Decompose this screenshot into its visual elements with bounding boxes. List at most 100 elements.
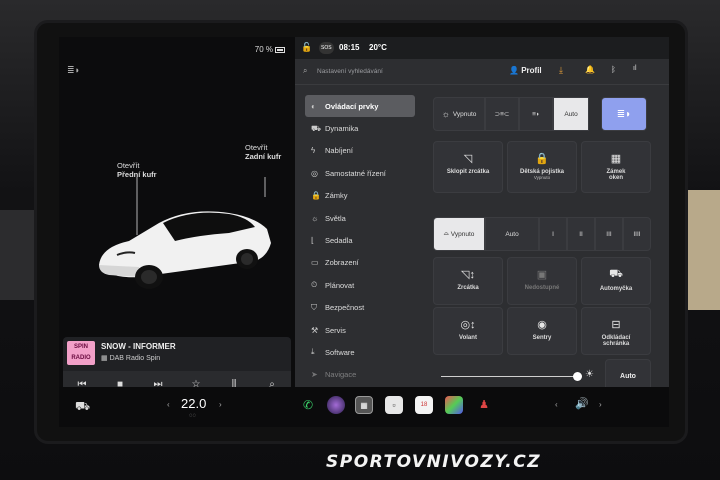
menu-item-seat[interactable]: ⌊ Sedadla (305, 229, 415, 251)
clock-icon: ⏲ (311, 280, 318, 290)
wipers-off-button[interactable]: ⌓ Vypnuto (433, 217, 485, 251)
notification-bell-icon[interactable]: 🔔 (585, 65, 595, 74)
station-logo: SPIN RADIO (67, 341, 95, 365)
tile-label: Nedostupné (524, 285, 560, 291)
arcade-joystick-icon[interactable]: ♟ (475, 396, 493, 414)
phone-icon[interactable]: ✆ (299, 396, 317, 414)
menu-item-navigation[interactable]: ➤ Navigace (305, 364, 415, 386)
speaker-volume-icon[interactable]: 🔊 (575, 397, 589, 410)
media-source: ▦ DAB Radio Spin (101, 354, 160, 362)
open-rear-trunk-button[interactable]: Otevřít Zadní kufr (245, 143, 281, 161)
menu-item-label: Zámky (325, 191, 348, 201)
menu-item-lock[interactable]: 🔒 Zámky (305, 185, 415, 207)
tile-label: Sentry (532, 335, 552, 341)
menu-item-light[interactable]: ☼ Světla (305, 207, 415, 229)
menu-item-shield[interactable]: ⛉ Bezpečnost (305, 297, 415, 319)
car-status-pane: 70 % ≣◗ Otevřít Přední kufr Otevřít Zadn… (59, 37, 295, 407)
lock-icon: 🔒 (311, 191, 321, 201)
station-logo-line1: SPIN (73, 344, 88, 350)
search-icon: ⌕ (303, 66, 308, 75)
software-update-icon[interactable]: ⤓ (559, 65, 563, 76)
wiper-speed-1-button[interactable]: I (539, 217, 567, 251)
temp-decrease-button[interactable]: ‹ (167, 400, 170, 409)
car-3d-model[interactable]: 🔓 ϟ (79, 177, 279, 317)
child-lock-icon: 🔒 (535, 153, 549, 165)
shield-icon: ⛉ (311, 302, 317, 312)
brightness-slider[interactable] (441, 376, 575, 377)
menu-item-car[interactable]: ⛟ Dynamika (305, 117, 415, 139)
lights-off-button[interactable]: ☼ Vypnuto (433, 97, 485, 131)
unavailable-tile: ▣ Nedostupné (507, 257, 577, 305)
window-lock-icon: ▦ (610, 153, 622, 165)
cabin-temperature[interactable]: 22.0 (181, 396, 206, 411)
battery-percent: 70 % (254, 45, 273, 54)
wipers-off-label: Vypnuto (450, 230, 475, 238)
menu-item-label: Samostatné řízení (325, 168, 386, 178)
parking-lights-button[interactable]: ⊃≡⊂ (485, 97, 519, 131)
glovebox-icon: ⊟ (611, 319, 621, 331)
tile-label: Automyčka (599, 286, 633, 292)
menu-item-label: Nabíjení (325, 146, 353, 156)
camera-app-icon[interactable] (327, 396, 345, 414)
menu-item-display[interactable]: ▭ Zobrazení (305, 252, 415, 274)
download-icon: ⤓ (311, 347, 315, 357)
profile-button[interactable]: 👤 Profil (509, 66, 542, 75)
mirror-adjust-tile[interactable]: ◹↕ Zrcátka (433, 257, 503, 305)
menu-item-wrench[interactable]: ⚒ Servis (305, 319, 415, 341)
seat-heater-icon[interactable]: ◌◌ (189, 413, 196, 419)
rear-trunk-label-line1: Otevřít (245, 143, 268, 152)
wiper-speed-2-button[interactable]: II (567, 217, 595, 251)
calendar-icon[interactable]: 18 (415, 396, 433, 414)
watermark: SPORTOVNIVOZY.CZ (326, 452, 542, 472)
front-trunk-label-line1: Otevřít (117, 161, 140, 170)
wipers-auto-button[interactable]: Auto (485, 217, 539, 251)
temp-increase-button[interactable]: › (219, 400, 222, 409)
light-bulb-icon: ☼ (441, 109, 450, 119)
glovebox-tile[interactable]: ⊟ Odkládací schránka (581, 307, 651, 355)
volume-up-button[interactable]: › (599, 400, 602, 409)
navigation-icon: ➤ (311, 370, 318, 380)
toybox-app-icon[interactable] (445, 396, 463, 414)
car-wash-tile[interactable]: ⛟ Automyčka (581, 257, 651, 305)
car-icon: ⛟ (311, 123, 322, 133)
steering-adjust-tile[interactable]: ◎↕ Volant (433, 307, 503, 355)
window-lock-tile[interactable]: ▦ Zámek oken (581, 141, 651, 193)
unlock-icon[interactable]: 🔓 (301, 42, 312, 53)
settings-search-input[interactable]: Nastavení vyhledávání (317, 68, 383, 75)
child-lock-tile[interactable]: 🔒 Dětská pojistka Vypnuto (507, 141, 577, 193)
lights-auto-label: Auto (564, 110, 578, 118)
volume-down-button[interactable]: ‹ (555, 400, 558, 409)
menu-item-download[interactable]: ⤓ Software (305, 341, 415, 363)
apps-grid-icon[interactable]: ▦ (355, 396, 373, 414)
bluetooth-icon[interactable]: ᛒ (611, 65, 616, 74)
menu-item-steering[interactable]: ◎ Samostatné řízení (305, 162, 415, 184)
dashcam-app-icon[interactable]: ▫ (385, 396, 403, 414)
steering-icon: ◎ (311, 168, 318, 178)
settings-menu: ◐ Ovládací prvky ⛟ Dynamika ϟ Nabíjení ◎ Samost… (305, 95, 415, 386)
menu-item-label: Dynamika (325, 124, 359, 134)
status-bar: 🔓 SOS 08:15 20°C (295, 37, 669, 59)
mirror-tile[interactable]: ◹ Sklopit zrcátka (433, 141, 503, 193)
sentry-tile[interactable]: ◉ Sentry (507, 307, 577, 355)
menu-item-bolt[interactable]: ϟ Nabíjení (305, 140, 415, 162)
media-title: SNOW - INFORMER (101, 342, 176, 351)
sos-button[interactable]: SOS (319, 42, 334, 54)
display-icon: ▭ (311, 258, 319, 268)
mirror-icon: ◹ (463, 153, 473, 165)
brightness-slider-knob[interactable] (573, 372, 582, 381)
wiper-speed-4-button[interactable]: IIII (623, 217, 651, 251)
bolt-icon: ϟ (311, 146, 316, 156)
auto-high-beam-button[interactable]: ≣◗ (601, 97, 647, 131)
lights-auto-button[interactable]: Auto (553, 97, 589, 131)
car-icon[interactable]: ⛟ (75, 399, 90, 415)
profile-label: Profil (521, 66, 542, 75)
menu-item-clock[interactable]: ⏲ Plánovat (305, 274, 415, 296)
menu-item-toggle[interactable]: ◐ Ovládací prvky (305, 95, 415, 118)
wiper-speed-3-button[interactable]: III (595, 217, 623, 251)
low-beam-button[interactable]: ≡◗ (519, 97, 553, 131)
menu-item-label: Ovládací prvky (325, 101, 379, 111)
menu-item-label: Servis (325, 325, 346, 335)
signal-strength-icon: ıl (633, 65, 637, 72)
light-icon: ☼ (311, 213, 319, 223)
battery-icon (275, 46, 285, 53)
